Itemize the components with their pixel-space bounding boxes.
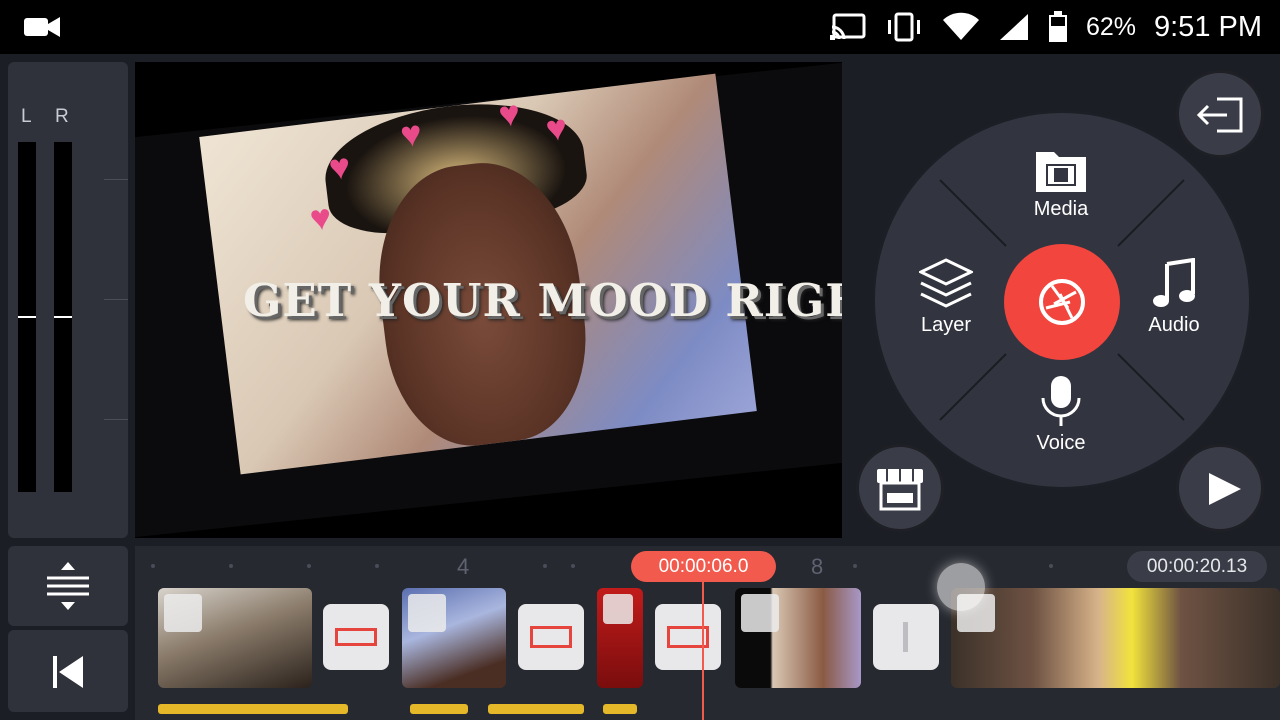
ruler-dot [543, 564, 547, 568]
ruler-dot [1049, 564, 1053, 568]
heart-sticker: ♥ [397, 111, 425, 156]
record-button[interactable] [1004, 244, 1120, 360]
image-clip-icon [603, 594, 633, 624]
audio-level-meter: L R [8, 62, 128, 538]
track-expand-button[interactable] [8, 546, 128, 626]
video-clip[interactable] [402, 588, 506, 688]
status-bar: 62% 9:51 PM [0, 0, 1280, 54]
heart-sticker: ♥ [543, 106, 570, 150]
video-clip[interactable] [735, 588, 861, 688]
heart-sticker: ♥ [307, 195, 334, 239]
ruler-dot [571, 564, 575, 568]
ruler-label: 8 [811, 554, 824, 579]
store-icon [877, 469, 923, 511]
transition-icon [530, 626, 572, 648]
camera-shutter-icon [1039, 279, 1085, 325]
meter-tick [104, 299, 128, 300]
transition-button[interactable] [323, 604, 389, 670]
layer-button[interactable]: Layer [886, 258, 1006, 337]
image-clip-icon [408, 594, 446, 632]
total-duration: 00:00:20.13 [1127, 551, 1267, 582]
microphone-icon [1041, 376, 1081, 426]
video-clip[interactable] [597, 588, 643, 688]
transition-icon [903, 622, 908, 652]
image-clip-icon [741, 594, 779, 632]
media-button[interactable]: Media [1001, 146, 1121, 221]
playhead[interactable] [702, 582, 704, 720]
audio-track-segment[interactable] [158, 704, 348, 714]
ruler-dot [307, 564, 311, 568]
right-level-marker [54, 316, 72, 318]
audio-track-segment[interactable] [410, 704, 468, 714]
right-channel-bar [54, 142, 72, 492]
ruler-dot [151, 564, 155, 568]
layer-label: Layer [920, 314, 972, 336]
cast-icon [829, 13, 866, 40]
app-root: 62% 9:51 PM L R ♥ ♥ ♥ ♥ ♥ GET YOUR MOOD … [0, 0, 1280, 720]
left-channel-bar [18, 142, 36, 492]
battery-icon [1048, 11, 1067, 42]
audio-track-segment[interactable] [488, 704, 584, 714]
left-level-marker [18, 316, 36, 318]
transition-button[interactable] [655, 604, 721, 670]
transition-button[interactable] [873, 604, 939, 670]
layers-icon [919, 258, 973, 308]
ruler-dot [375, 564, 379, 568]
meter-tick [104, 419, 128, 420]
video-clip[interactable] [951, 588, 1280, 688]
media-label: Media [1033, 198, 1089, 220]
heart-sticker: ♥ [326, 144, 353, 189]
audio-button[interactable]: Audio [1114, 258, 1234, 337]
voice-label: Voice [1036, 432, 1086, 454]
heart-sticker: ♥ [496, 91, 523, 136]
left-channel-label: L [21, 106, 32, 127]
play-icon [1209, 473, 1241, 505]
ruler-dot [853, 564, 857, 568]
voice-button[interactable]: Voice [1001, 374, 1121, 455]
meter-tick [104, 179, 128, 180]
touch-indicator [937, 563, 985, 611]
asset-store-button[interactable] [856, 444, 944, 532]
skip-to-start-icon [53, 656, 83, 688]
transition-icon [335, 628, 377, 646]
play-button[interactable] [1176, 444, 1264, 532]
ruler-label: 4 [457, 554, 470, 579]
signal-icon [999, 14, 1028, 40]
skip-to-start-button[interactable] [8, 630, 128, 712]
audio-label: Audio [1148, 314, 1200, 336]
transition-button[interactable] [518, 604, 584, 670]
battery-percent: 62% [1085, 12, 1136, 41]
vibrate-icon [887, 12, 920, 42]
preview-overlay-text[interactable]: GET YOUR MOOD RIGHT [243, 274, 842, 327]
clock: 9:51 PM [1154, 10, 1262, 43]
image-clip-icon [164, 594, 202, 632]
right-channel-label: R [55, 106, 69, 127]
current-time-indicator[interactable]: 00:00:06.0 [631, 551, 776, 582]
music-note-icon [1153, 258, 1195, 307]
audio-track-segment[interactable] [603, 704, 637, 714]
timeline[interactable]: 4 8 00:00:06.0 00:00:20.13 [135, 546, 1280, 720]
expand-tracks-icon [47, 562, 89, 610]
video-clip[interactable] [158, 588, 312, 688]
video-camera-icon [24, 17, 60, 37]
video-preview[interactable]: ♥ ♥ ♥ ♥ ♥ GET YOUR MOOD RIGHT [135, 62, 842, 538]
wifi-icon [942, 12, 979, 41]
media-folder-icon [1036, 152, 1086, 192]
ruler-dot [229, 564, 233, 568]
